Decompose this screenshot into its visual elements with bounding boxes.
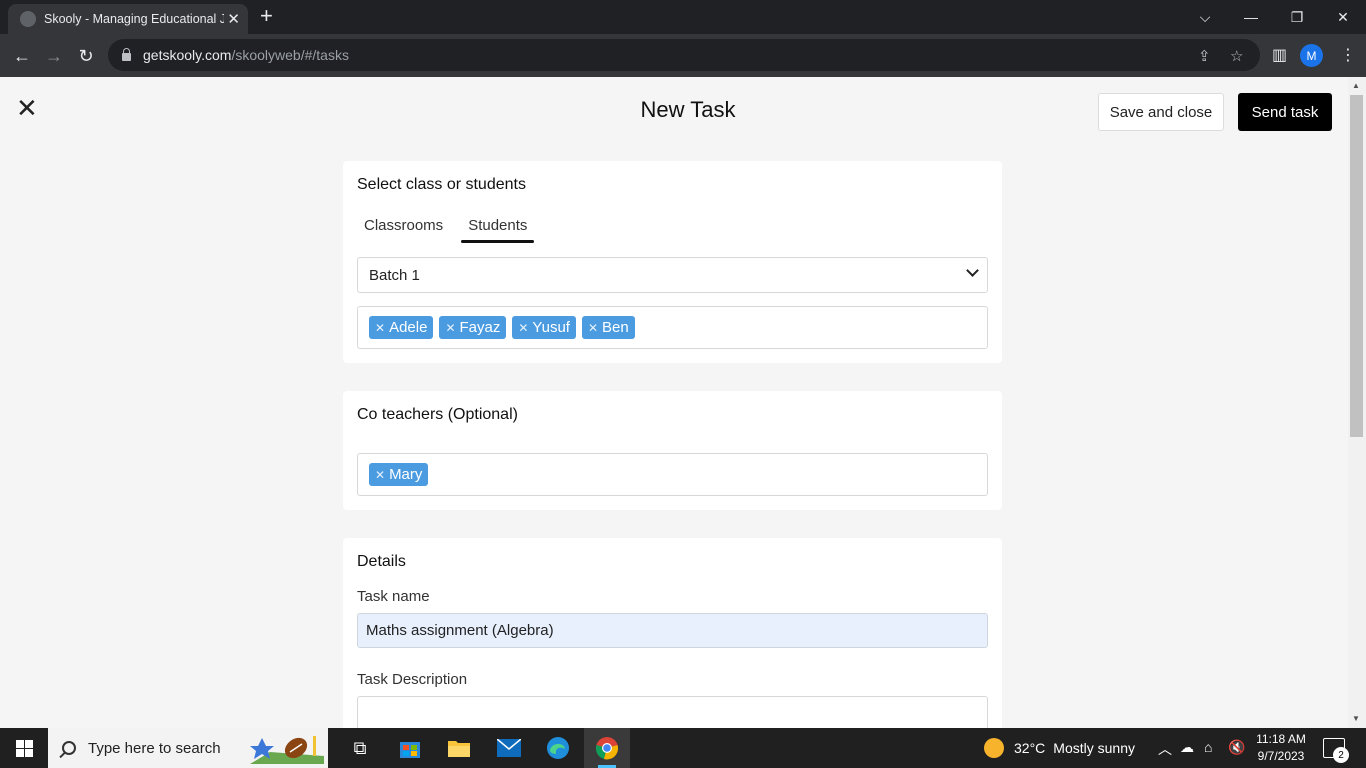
windows-start-icon[interactable] <box>16 740 33 757</box>
file-explorer-icon[interactable] <box>445 734 473 762</box>
task-page: ✕ New Task Save and close Send task Sele… <box>0 77 1348 728</box>
restore-icon[interactable]: ❐ <box>1274 0 1320 34</box>
details-card: Details Task name Maths assignment (Alge… <box>343 538 1002 728</box>
chevron-down-icon <box>966 264 979 277</box>
weather-widget[interactable]: 32°C Mostly sunny <box>984 738 1135 758</box>
student-tag: ✕ Ben <box>581 316 635 339</box>
share-icon[interactable]: ⇪ <box>1198 47 1211 65</box>
edge-browser-icon[interactable] <box>544 734 572 762</box>
remove-tag-icon[interactable]: ✕ <box>588 321 598 335</box>
lock-icon <box>122 47 131 61</box>
microsoft-store-icon[interactable] <box>396 734 424 762</box>
url-path: /skoolyweb/#/tasks <box>231 47 349 63</box>
teacher-tag: ✕ Mary <box>369 463 429 486</box>
student-tag: ✕ Adele <box>369 316 434 339</box>
save-and-close-button[interactable]: Save and close <box>1098 93 1224 131</box>
browser-menu-icon[interactable]: ⋮ <box>1340 45 1356 65</box>
student-tag-label: Fayaz <box>459 319 501 336</box>
chevron-up-icon[interactable]: ︿ <box>1158 739 1172 759</box>
taskbar-search-placeholder: Type here to search <box>88 739 221 757</box>
tab-favicon-icon <box>20 11 36 27</box>
clock-time: 11:18 AM <box>1256 732 1306 746</box>
tab-classrooms[interactable]: Classrooms <box>364 217 443 234</box>
task-name-input[interactable]: Maths assignment (Algebra) <box>357 613 988 648</box>
scroll-up-icon[interactable]: ▲ <box>1352 81 1360 90</box>
system-clock[interactable]: 11:18 AM 9/7/2023 <box>1252 731 1310 765</box>
task-view-icon[interactable]: ⧉ <box>346 734 374 762</box>
send-task-button[interactable]: Send task <box>1238 93 1332 131</box>
student-tag-label: Ben <box>602 319 629 336</box>
remove-tag-icon[interactable]: ✕ <box>375 468 385 482</box>
tab-search-chevron-down-icon[interactable]: ⌵ <box>1182 0 1228 34</box>
partly-sunny-icon <box>984 738 1004 758</box>
back-arrow-icon[interactable]: ← <box>9 43 35 69</box>
tab-students[interactable]: Students <box>461 217 535 243</box>
clock-date: 9/7/2023 <box>1257 749 1305 763</box>
co-teachers-card: Co teachers (Optional) ✕ Mary <box>343 391 1002 510</box>
new-tab-icon[interactable]: + <box>260 5 273 27</box>
student-tag-label: Yusuf <box>532 319 570 336</box>
recipient-tabs: Classrooms Students <box>364 217 552 243</box>
window-close-icon[interactable]: ✕ <box>1320 0 1366 34</box>
browser-tab[interactable]: Skooly - Managing Educational Ja ✕ <box>8 4 248 34</box>
weather-condition: Mostly sunny <box>1053 740 1135 756</box>
remove-tag-icon[interactable]: ✕ <box>445 321 455 335</box>
network-icon[interactable]: ⌂ <box>1204 739 1212 755</box>
co-teachers-tag-input[interactable]: ✕ Mary <box>357 453 988 496</box>
mail-icon[interactable] <box>495 734 523 762</box>
select-students-card: Select class or students Classrooms Stud… <box>343 161 1002 363</box>
task-description-label: Task Description <box>357 671 468 688</box>
student-tag: ✕ Yusuf <box>512 316 576 339</box>
notification-count-badge: 2 <box>1333 747 1349 763</box>
reload-icon[interactable]: ↻ <box>73 43 99 69</box>
profile-avatar[interactable]: M <box>1300 44 1323 67</box>
url-host: getskooly.com <box>143 47 232 63</box>
windows-taskbar: Type here to search ⧉ 32°C Mostly sunny … <box>0 728 1366 768</box>
scroll-down-icon[interactable]: ▼ <box>1352 714 1360 723</box>
chrome-icon[interactable] <box>593 734 621 762</box>
search-highlight-football-icon <box>250 736 324 764</box>
forward-arrow-icon[interactable]: → <box>41 43 67 69</box>
volume-muted-icon[interactable]: 🔇 <box>1228 739 1245 756</box>
tab-close-icon[interactable]: ✕ <box>227 10 240 28</box>
remove-tag-icon[interactable]: ✕ <box>518 321 528 335</box>
teacher-tag-label: Mary <box>389 466 423 483</box>
details-title: Details <box>357 553 406 570</box>
weather-temperature: 32°C <box>1014 740 1046 756</box>
batch-select-value: Batch 1 <box>369 266 420 284</box>
onedrive-icon[interactable]: ☁ <box>1180 739 1194 756</box>
browser-tab-bar: Skooly - Managing Educational Ja ✕ + ⌵ —… <box>0 0 1366 34</box>
students-tag-input[interactable]: ✕ Adele ✕ Fayaz ✕ Yusuf ✕ Ben <box>357 306 988 349</box>
batch-select[interactable]: Batch 1 <box>357 257 988 293</box>
co-teachers-title: Co teachers (Optional) <box>357 406 518 423</box>
task-name-label: Task name <box>357 588 430 605</box>
bookmark-star-icon[interactable]: ☆ <box>1230 47 1243 65</box>
search-icon <box>62 741 76 755</box>
select-students-title: Select class or students <box>357 176 526 193</box>
side-panel-icon[interactable]: ▥ <box>1272 45 1287 65</box>
address-bar[interactable]: getskooly.com/skoolyweb/#/tasks ⇪ ☆ <box>108 39 1260 71</box>
student-tag-label: Adele <box>389 319 428 336</box>
scroll-thumb[interactable] <box>1350 95 1363 437</box>
task-description-input[interactable] <box>357 696 988 728</box>
taskbar-search[interactable]: Type here to search <box>48 728 328 768</box>
page-scrollbar[interactable]: ▲ ▼ <box>1348 77 1366 728</box>
tab-title: Skooly - Managing Educational Ja <box>44 12 224 26</box>
remove-tag-icon[interactable]: ✕ <box>375 321 385 335</box>
browser-toolbar: ← → ↻ getskooly.com/skoolyweb/#/tasks ⇪ … <box>0 34 1366 77</box>
student-tag: ✕ Fayaz <box>439 316 507 339</box>
minimize-icon[interactable]: — <box>1228 0 1274 34</box>
